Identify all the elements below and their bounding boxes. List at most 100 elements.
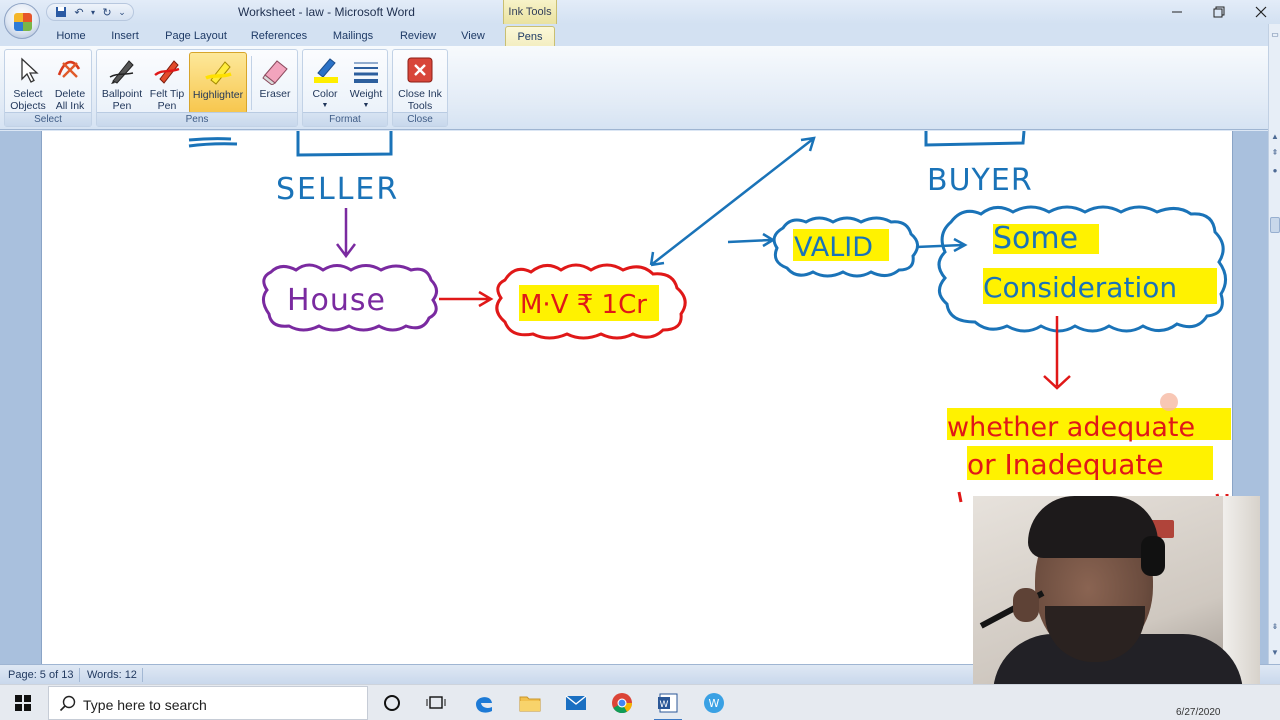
house-mv-arrow	[439, 290, 494, 308]
customize-qat-icon[interactable]: ⌄	[117, 5, 127, 19]
prev-page-icon[interactable]: ⇞	[1270, 148, 1280, 160]
office-button[interactable]	[4, 3, 40, 39]
pens-separator	[251, 56, 252, 110]
pen-cursor-icon	[1160, 393, 1178, 411]
ink-tools-context-label: Ink Tools	[503, 0, 557, 24]
taskbar: Type here to search W W 6/27/2020	[0, 684, 1280, 720]
ballpoint-pen-label: Ballpoint Pen	[101, 88, 143, 112]
felt-tip-pen-label: Felt Tip Pen	[149, 88, 185, 112]
ballpoint-pen-button[interactable]: Ballpoint Pen	[99, 52, 145, 114]
word-count[interactable]: Words: 12	[87, 669, 137, 681]
search-icon	[59, 695, 76, 712]
select-objects-button[interactable]: Select Objects	[7, 52, 49, 114]
eraser-button[interactable]: Eraser	[253, 52, 297, 114]
page-count[interactable]: Page: 5 of 13	[8, 669, 73, 681]
weight-label: Weight	[349, 88, 383, 100]
felt-tip-pen-icon	[152, 54, 182, 86]
scroll-up-icon[interactable]: ▲	[1270, 132, 1280, 144]
tab-page-layout[interactable]: Page Layout	[160, 28, 232, 46]
vertical-scrollbar[interactable]: ▭ ▲ ⇞ ● ⇟ ▼	[1268, 24, 1280, 664]
format-group-label: Format	[303, 112, 387, 126]
eraser-icon	[260, 54, 290, 86]
tab-references[interactable]: References	[246, 28, 312, 46]
presenter-hair	[1028, 496, 1158, 558]
scroll-thumb[interactable]	[1270, 217, 1280, 233]
valid-ink-text: VALID	[794, 232, 873, 263]
select-browse-icon[interactable]: ●	[1270, 166, 1280, 178]
pens-group-label: Pens	[97, 112, 297, 126]
redo-icon[interactable]: ↻	[99, 5, 115, 19]
minimize-icon	[1172, 11, 1182, 13]
word-taskbar-button[interactable]: W	[646, 685, 690, 720]
word-icon: W	[658, 693, 678, 713]
task-view-button[interactable]	[414, 685, 458, 720]
close-window-button[interactable]	[1240, 0, 1280, 24]
file-explorer-button[interactable]	[508, 685, 552, 720]
weight-button[interactable]: Weight ▼	[345, 52, 387, 114]
windows-logo-icon	[15, 695, 31, 711]
close-ink-tools-button[interactable]: Close Ink Tools	[395, 52, 445, 114]
chrome-button[interactable]	[600, 685, 644, 720]
edge-icon	[476, 697, 492, 713]
color-button[interactable]: Color ▼	[305, 52, 345, 114]
svg-text:W: W	[660, 700, 669, 710]
diagonal-arrow	[649, 136, 816, 267]
pens-group: Ballpoint Pen Felt Tip Pen Highlighter E…	[96, 49, 298, 127]
window-title: Worksheet - law - Microsoft Word	[238, 5, 415, 19]
delete-all-ink-button[interactable]: Delete All Ink	[49, 52, 91, 114]
task-view-icon	[426, 696, 446, 709]
some-ink-text: Some	[993, 221, 1078, 256]
line-weight-icon	[351, 54, 381, 86]
ballpoint-pen-icon	[107, 54, 137, 86]
ink-stroke-topleft	[188, 137, 238, 148]
webcam-overlay	[973, 496, 1260, 708]
seller-house-arrow	[336, 208, 356, 259]
close-icon	[1255, 6, 1267, 18]
close-group-label: Close	[393, 112, 447, 126]
valid-consideration-arrow	[915, 237, 968, 253]
felt-tip-pen-button[interactable]: Felt Tip Pen	[145, 52, 189, 114]
mail-button[interactable]	[554, 685, 598, 720]
color-dropdown-icon: ▼	[321, 102, 329, 109]
quick-access-toolbar: ↶ ▾ ↻ ⌄	[46, 3, 134, 21]
wordpad-taskbar-button[interactable]: W	[692, 685, 736, 720]
weight-dropdown-icon: ▼	[362, 102, 370, 109]
cursor-arrow-icon	[13, 54, 43, 86]
tab-mailings[interactable]: Mailings	[326, 28, 380, 46]
house-ink-text: House	[287, 283, 386, 318]
pen-color-icon	[310, 54, 340, 86]
tab-review[interactable]: Review	[394, 28, 442, 46]
taskbar-search-box[interactable]: Type here to search	[48, 686, 368, 720]
tab-pens[interactable]: Pens	[505, 26, 555, 47]
restore-icon	[1213, 6, 1225, 18]
start-button[interactable]	[0, 685, 46, 720]
highlighter-icon	[203, 55, 233, 87]
edge-button[interactable]	[462, 685, 506, 720]
restore-button[interactable]	[1198, 0, 1240, 24]
undo-dropdown-icon[interactable]: ▾	[89, 5, 97, 19]
presenter-hand	[1013, 588, 1039, 622]
svg-text:W: W	[709, 697, 720, 710]
highlighter-button[interactable]: Highlighter	[189, 52, 247, 114]
scroll-down-icon[interactable]: ▼	[1270, 648, 1280, 660]
cortana-button[interactable]	[370, 685, 414, 720]
select-group-label: Select	[5, 112, 91, 126]
tab-home[interactable]: Home	[52, 28, 90, 46]
tab-insert[interactable]: Insert	[104, 28, 146, 46]
office-logo-icon	[14, 13, 32, 31]
seller-box-partial	[296, 131, 393, 157]
consideration-ink-text: Consideration	[983, 271, 1177, 304]
or-inadequate-ink-text: or Inadequate	[967, 448, 1164, 481]
minimize-button[interactable]	[1156, 0, 1198, 24]
next-page-icon[interactable]: ⇟	[1270, 622, 1280, 634]
undo-icon[interactable]: ↶	[71, 5, 87, 19]
select-group: Select Objects Delete All Ink Select	[4, 49, 92, 127]
save-icon[interactable]	[53, 5, 69, 19]
seller-ink-text: SELLER	[276, 172, 399, 207]
taskbar-date[interactable]: 6/27/2020	[1176, 707, 1221, 718]
chrome-icon	[612, 693, 633, 714]
ruler-toggle-icon[interactable]: ▭	[1270, 30, 1280, 42]
format-group: Color ▼ Weight ▼ Format	[302, 49, 388, 127]
search-placeholder: Type here to search	[83, 697, 207, 713]
tab-view[interactable]: View	[454, 28, 492, 46]
